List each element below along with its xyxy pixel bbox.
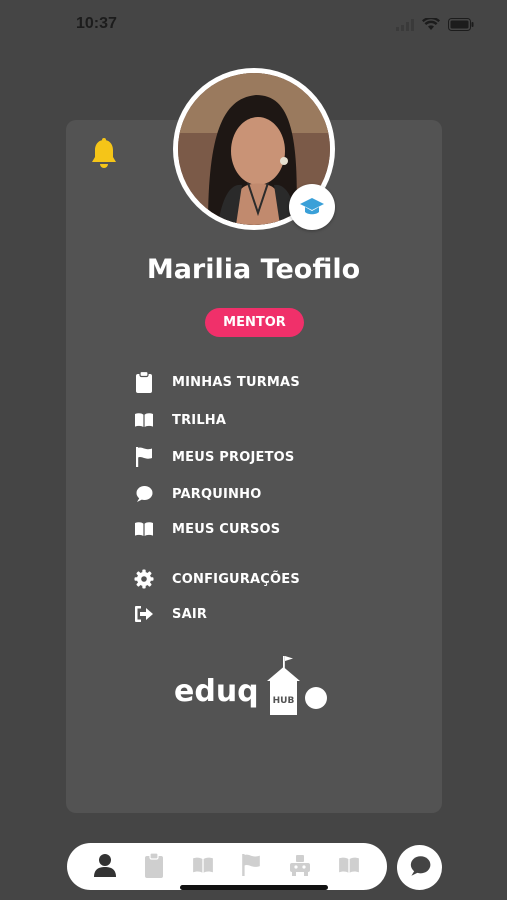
logo-badge: HUB xyxy=(273,696,295,706)
status-bar: 10:37 xyxy=(0,0,507,52)
graduation-cap-icon xyxy=(289,184,335,230)
clipboard-icon xyxy=(144,851,164,882)
menu-item-label: TRILHA xyxy=(172,412,227,428)
signal-icon xyxy=(396,16,414,35)
home-indicator xyxy=(180,885,328,890)
tab-trilha[interactable] xyxy=(188,852,218,882)
menu-item-label: MEUS CURSOS xyxy=(172,521,281,537)
menu-item-sair[interactable]: SAIR xyxy=(132,602,207,626)
bell-icon[interactable] xyxy=(90,138,118,170)
menu-item-label: CONFIGURAÇÕES xyxy=(172,571,300,587)
role-badge: MENTOR xyxy=(205,308,304,337)
book-icon xyxy=(132,517,156,541)
menu-item-meus-cursos[interactable]: MEUS CURSOS xyxy=(132,517,280,541)
robot-icon xyxy=(289,854,311,880)
tab-profile[interactable] xyxy=(90,852,120,882)
status-icons xyxy=(396,16,474,35)
tab-robotica[interactable] xyxy=(285,852,315,882)
chat-bubble-icon xyxy=(409,855,431,881)
profile-name: Marilia Teofilo xyxy=(146,254,361,285)
wifi-icon xyxy=(422,16,440,35)
battery-icon xyxy=(448,16,474,35)
logo-text: eduq xyxy=(174,674,259,709)
chat-button[interactable] xyxy=(397,845,442,890)
menu-item-configuracoes[interactable]: CONFIGURAÇÕES xyxy=(132,567,300,591)
menu-item-label: SAIR xyxy=(172,606,208,622)
sign-out-icon xyxy=(132,602,156,626)
tab-turmas[interactable] xyxy=(139,851,169,882)
chat-bubble-icon xyxy=(132,482,156,506)
profile-icon xyxy=(94,853,117,881)
menu-item-label: MINHAS TURMAS xyxy=(172,374,300,390)
tab-cursos[interactable] xyxy=(334,852,364,882)
tab-projetos[interactable] xyxy=(236,852,266,882)
book-icon xyxy=(192,856,214,878)
status-time: 10:37 xyxy=(76,15,117,32)
bottom-tabbar xyxy=(67,843,387,890)
book-icon xyxy=(338,856,360,878)
eduqhub-logo: eduq HUB xyxy=(174,656,334,720)
menu-item-label: MEUS PROJETOS xyxy=(172,449,295,465)
menu-item-meus-projetos[interactable]: MEUS PROJETOS xyxy=(132,445,294,469)
book-icon xyxy=(132,408,156,432)
flag-icon xyxy=(132,445,156,469)
flag-icon xyxy=(241,853,261,880)
menu-item-parquinho[interactable]: PARQUINHO xyxy=(132,482,261,506)
menu-item-minhas-turmas[interactable]: MINHAS TURMAS xyxy=(132,370,300,394)
clipboard-icon xyxy=(132,370,156,394)
menu-item-label: PARQUINHO xyxy=(172,486,262,502)
gear-icon xyxy=(132,567,156,591)
menu-item-trilha[interactable]: TRILHA xyxy=(132,408,226,432)
